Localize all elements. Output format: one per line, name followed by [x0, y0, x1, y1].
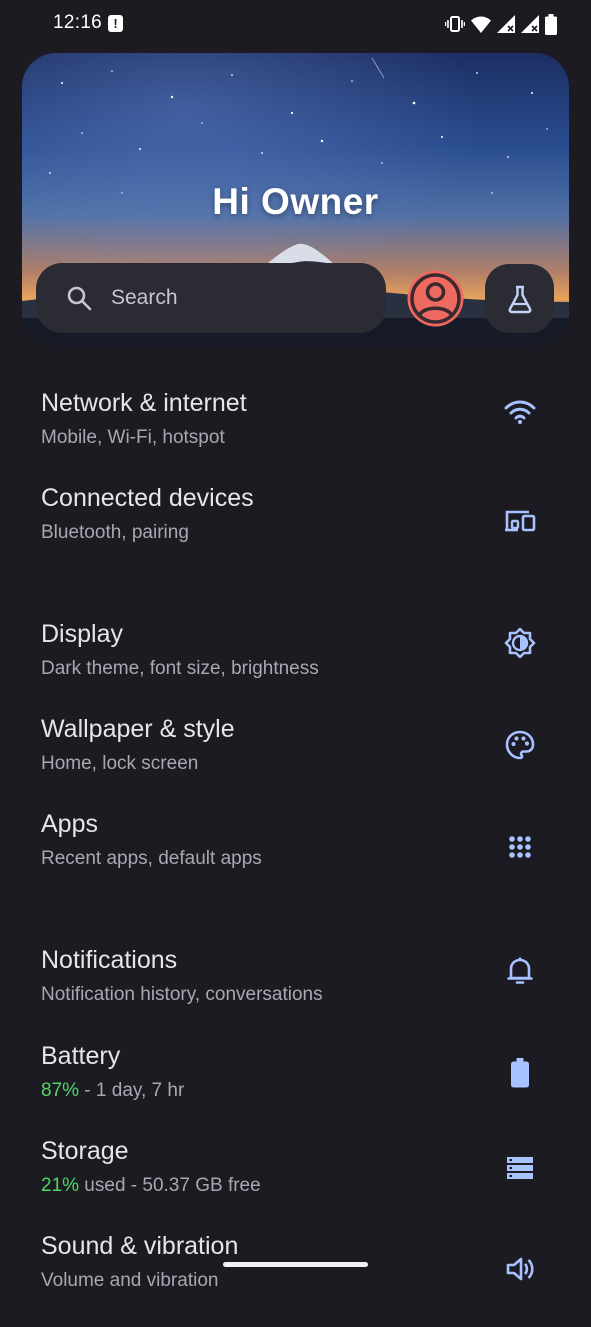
item-title: Storage	[41, 1137, 129, 1165]
vibrate-icon	[445, 16, 465, 32]
greeting-title: Hi Owner	[212, 181, 379, 222]
item-title: Apps	[41, 810, 98, 838]
battery-remaining: - 1 day, 7 hr	[79, 1080, 185, 1101]
brightness-icon	[503, 626, 537, 660]
labs-button[interactable]	[485, 264, 554, 333]
settings-item-connected-devices[interactable]: Connected devices Bluetooth, pairing	[0, 484, 591, 579]
search-bar[interactable]: Search	[36, 263, 386, 333]
item-title: Display	[41, 620, 123, 648]
item-title: Notifications	[41, 946, 178, 974]
item-title: Wallpaper & style	[41, 715, 235, 743]
storage-free: used - 50.37 GB free	[79, 1175, 261, 1196]
item-title: Battery	[41, 1042, 121, 1070]
status-time: 12:16	[53, 12, 103, 33]
battery-status-icon	[545, 13, 557, 35]
settings-item-display[interactable]: Display Dark theme, font size, brightnes…	[0, 620, 591, 715]
settings-item-battery[interactable]: Battery 87% - 1 day, 7 hr	[0, 1042, 591, 1137]
settings-item-apps[interactable]: Apps Recent apps, default apps	[0, 810, 591, 905]
item-subtitle: Volume and vibration	[41, 1270, 219, 1291]
palette-icon	[503, 728, 537, 762]
gesture-nav-handle[interactable]	[223, 1262, 368, 1267]
storage-percent: 21%	[41, 1175, 80, 1196]
flask-icon	[508, 285, 531, 313]
storage-icon	[503, 1151, 537, 1185]
apps-grid-icon	[503, 830, 537, 864]
settings-item-wallpaper[interactable]: Wallpaper & style Home, lock screen	[0, 715, 591, 810]
status-icons	[445, 13, 557, 35]
alert-icon: !	[108, 15, 123, 32]
item-subtitle: 21% used - 50.37 GB free	[41, 1175, 261, 1197]
signal-icon	[497, 15, 515, 33]
wifi-icon	[503, 395, 537, 429]
bell-icon	[503, 954, 537, 988]
item-subtitle: Home, lock screen	[41, 753, 199, 774]
item-subtitle: Dark theme, font size, brightness	[41, 658, 319, 679]
item-subtitle: Mobile, Wi-Fi, hotspot	[41, 427, 225, 448]
item-title: Network & internet	[41, 389, 247, 417]
battery-percent: 87%	[41, 1080, 80, 1101]
signal-icon-2	[521, 15, 539, 33]
settings-item-notifications[interactable]: Notifications Notification history, conv…	[0, 946, 591, 1041]
item-title: Sound & vibration	[41, 1232, 239, 1260]
status-bar: 12:16 !	[0, 0, 591, 48]
item-subtitle: Notification history, conversations	[41, 984, 323, 1005]
search-placeholder: Search	[111, 286, 178, 309]
item-title: Connected devices	[41, 484, 254, 512]
header-card: Hi Owner Search	[22, 53, 569, 346]
battery-icon	[503, 1056, 537, 1090]
settings-item-storage[interactable]: Storage 21% used - 50.37 GB free	[0, 1137, 591, 1232]
account-circle-icon[interactable]	[405, 268, 466, 329]
wifi-status-icon	[471, 16, 491, 33]
volume-icon	[503, 1252, 537, 1286]
settings-item-network[interactable]: Network & internet Mobile, Wi-Fi, hotspo…	[0, 389, 591, 484]
item-subtitle: Bluetooth, pairing	[41, 522, 189, 543]
search-icon	[67, 286, 92, 311]
devices-icon	[503, 504, 537, 538]
item-subtitle: 87% - 1 day, 7 hr	[41, 1080, 184, 1102]
item-subtitle: Recent apps, default apps	[41, 848, 262, 869]
